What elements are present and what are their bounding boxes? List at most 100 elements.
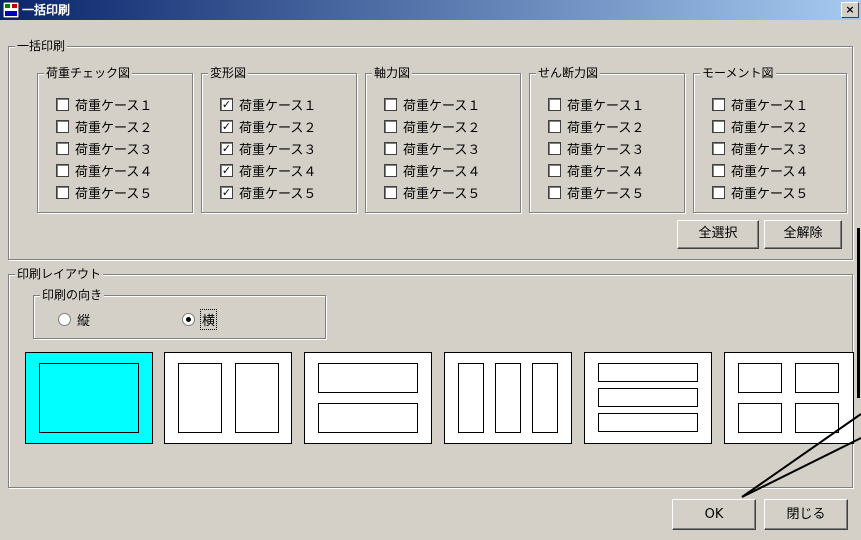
checkbox-row[interactable]: 荷重ケース５ bbox=[712, 183, 808, 202]
checkbox-row[interactable]: ✓ 荷重ケース１ bbox=[220, 95, 317, 114]
window-title: 一括印刷 bbox=[22, 3, 71, 17]
layout-cell bbox=[795, 403, 839, 433]
checkbox-row[interactable]: 荷重ケース４ bbox=[548, 161, 644, 180]
checkbox-row[interactable]: 荷重ケース２ bbox=[384, 117, 481, 136]
layout-two-rows[interactable] bbox=[304, 352, 432, 444]
checkbox[interactable]: ✓ bbox=[220, 141, 233, 155]
close-button[interactable]: 閉じる bbox=[764, 499, 848, 530]
close-window-button[interactable]: × bbox=[841, 2, 859, 18]
orientation-legend: 印刷の向き bbox=[40, 287, 105, 303]
layout-cell bbox=[598, 388, 698, 407]
checkbox-label: 荷重ケース３ bbox=[567, 142, 645, 158]
checkbox-row[interactable]: 荷重ケース５ bbox=[56, 183, 153, 202]
checkbox-row[interactable]: 荷重ケース４ bbox=[384, 161, 481, 180]
layout-single[interactable] bbox=[25, 352, 153, 444]
checkbox-row[interactable]: 荷重ケース１ bbox=[712, 95, 808, 114]
checkbox-label: 荷重ケース２ bbox=[403, 120, 481, 136]
checkbox-row[interactable]: 荷重ケース３ bbox=[56, 139, 152, 158]
group-label: 軸力図 bbox=[372, 65, 413, 81]
layout-cell bbox=[598, 363, 698, 382]
checkbox-row[interactable]: 荷重ケース３ bbox=[548, 139, 645, 158]
layout-cell bbox=[738, 363, 782, 393]
checkbox-row[interactable]: ✓ 荷重ケース５ bbox=[220, 183, 317, 202]
checkbox-row[interactable]: 荷重ケース３ bbox=[384, 139, 481, 158]
checkbox-row[interactable]: 荷重ケース５ bbox=[384, 183, 480, 202]
group-label: 荷重チェック図 bbox=[44, 65, 133, 81]
checkbox-label: 荷重ケース１ bbox=[403, 98, 481, 114]
checkbox-label: 荷重ケース２ bbox=[731, 120, 809, 136]
checkbox[interactable] bbox=[548, 97, 561, 111]
checkbox-row[interactable]: 荷重ケース２ bbox=[548, 117, 644, 136]
ok-button[interactable]: OK bbox=[672, 499, 756, 530]
checkbox-label: 荷重ケース２ bbox=[239, 120, 317, 136]
landscape-label: 横 bbox=[199, 309, 218, 330]
portrait-option[interactable]: 縦 bbox=[58, 310, 90, 329]
checkbox[interactable] bbox=[712, 97, 725, 111]
landscape-radio[interactable] bbox=[182, 313, 195, 326]
landscape-option[interactable]: 横 bbox=[182, 309, 218, 330]
checkbox-row[interactable]: 荷重ケース１ bbox=[548, 95, 645, 114]
checkbox-label: 荷重ケース３ bbox=[403, 142, 481, 158]
layout-cell bbox=[235, 363, 279, 433]
checkbox-row[interactable]: 荷重ケース４ bbox=[712, 161, 808, 180]
checkbox[interactable]: ✓ bbox=[220, 163, 233, 177]
checkbox-label: 荷重ケース１ bbox=[239, 98, 317, 114]
checkbox[interactable] bbox=[548, 163, 561, 177]
portrait-label: 縦 bbox=[77, 314, 91, 329]
checkbox[interactable]: ✓ bbox=[220, 97, 233, 111]
title-bar[interactable]: 一括印刷 × bbox=[0, 0, 861, 20]
layout-cell bbox=[318, 403, 418, 433]
checkbox[interactable] bbox=[384, 97, 397, 111]
checkbox-label: 荷重ケース５ bbox=[75, 186, 153, 202]
checkbox[interactable] bbox=[384, 141, 397, 155]
checkbox-row[interactable]: 荷重ケース１ bbox=[384, 95, 481, 114]
checkbox[interactable] bbox=[712, 141, 725, 155]
checkbox[interactable]: ✓ bbox=[220, 185, 233, 199]
checkbox-label: 荷重ケース２ bbox=[75, 120, 153, 136]
moment-group: モーメント図 荷重ケース１ 荷重ケース２ 荷重ケース３ 荷重ケース４ 荷重ケース… bbox=[693, 65, 847, 213]
select-all-button[interactable]: 全選択 bbox=[677, 220, 759, 249]
layout-cell bbox=[795, 363, 839, 393]
checkbox-row[interactable]: 荷重ケース１ bbox=[56, 95, 153, 114]
layout-four-grid[interactable] bbox=[724, 352, 854, 444]
checkbox-label: 荷重ケース５ bbox=[567, 186, 645, 202]
checkbox-row[interactable]: 荷重ケース４ bbox=[56, 161, 152, 180]
checkbox-row[interactable]: ✓ 荷重ケース２ bbox=[220, 117, 317, 136]
checkbox-label: 荷重ケース１ bbox=[75, 98, 153, 114]
layout-three-rows[interactable] bbox=[584, 352, 712, 444]
layout-cell bbox=[39, 363, 139, 433]
group-label: せん断力図 bbox=[536, 65, 601, 81]
checkbox-row[interactable]: 荷重ケース５ bbox=[548, 183, 645, 202]
checkbox[interactable] bbox=[56, 97, 69, 111]
checkbox-label: 荷重ケース４ bbox=[403, 164, 481, 180]
checkbox[interactable] bbox=[548, 141, 561, 155]
checkbox-row[interactable]: 荷重ケース２ bbox=[712, 117, 809, 136]
checkbox-row[interactable]: 荷重ケース３ bbox=[712, 139, 808, 158]
checkbox[interactable] bbox=[56, 119, 69, 133]
checkbox[interactable] bbox=[712, 185, 725, 199]
layout-two-columns[interactable] bbox=[164, 352, 292, 444]
checkbox[interactable] bbox=[56, 163, 69, 177]
checkbox-row[interactable]: ✓ 荷重ケース３ bbox=[220, 139, 316, 158]
checkbox[interactable] bbox=[548, 119, 561, 133]
checkbox[interactable] bbox=[56, 141, 69, 155]
checkbox-label: 荷重ケース５ bbox=[239, 186, 317, 202]
deformation-group: 変形図 ✓ 荷重ケース１ ✓ 荷重ケース２ ✓ 荷重ケース３ ✓ 荷重ケース４ ✓ 荷重ケ… bbox=[201, 65, 357, 213]
checkbox[interactable] bbox=[548, 185, 561, 199]
checkbox-row[interactable]: 荷重ケース２ bbox=[56, 117, 153, 136]
clear-all-button[interactable]: 全解除 bbox=[764, 220, 842, 249]
checkbox[interactable] bbox=[712, 163, 725, 177]
batch-print-legend: 一括印刷 bbox=[15, 38, 68, 54]
checkbox[interactable] bbox=[384, 163, 397, 177]
portrait-radio[interactable] bbox=[58, 313, 71, 326]
checkbox-label: 荷重ケース４ bbox=[239, 164, 317, 180]
print-layout-legend: 印刷レイアウト bbox=[15, 266, 104, 282]
checkbox[interactable] bbox=[384, 185, 397, 199]
checkbox[interactable] bbox=[56, 185, 69, 199]
checkbox[interactable] bbox=[712, 119, 725, 133]
checkbox[interactable] bbox=[384, 119, 397, 133]
layout-three-columns[interactable] bbox=[444, 352, 572, 444]
checkbox-label: 荷重ケース１ bbox=[567, 98, 645, 114]
checkbox[interactable]: ✓ bbox=[220, 119, 233, 133]
checkbox-row[interactable]: ✓ 荷重ケース４ bbox=[220, 161, 317, 180]
